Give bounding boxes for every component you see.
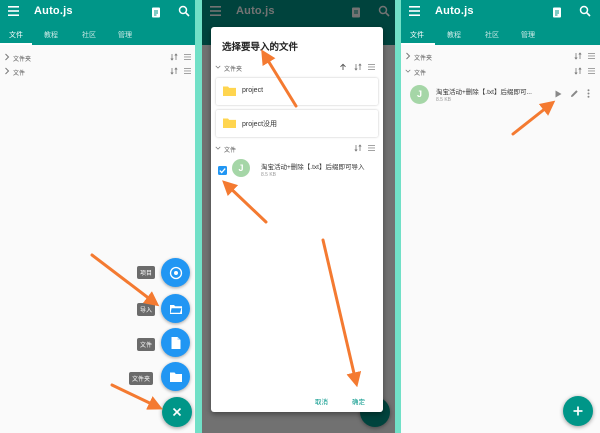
dialog-files-header[interactable]: 文件 [211, 142, 383, 155]
chevron-right-icon [5, 53, 10, 61]
add-fab-button[interactable] [563, 396, 593, 426]
file-name: 淘宝活动+删除【.txt】后缀即可... [436, 89, 532, 96]
folders-section-header[interactable]: 文件夹 [401, 50, 600, 63]
file-checkbox[interactable] [218, 166, 227, 175]
tab-manage[interactable]: 管理 [118, 30, 132, 40]
list-view-icon[interactable] [368, 145, 375, 151]
section-label: 文件夹 [414, 56, 433, 62]
clipboard-icon[interactable] [150, 6, 162, 18]
folder-name: project [242, 87, 264, 94]
divider [195, 0, 202, 433]
new-file-button[interactable] [161, 328, 190, 357]
chevron-right-icon [5, 67, 10, 75]
folder-open-icon [169, 304, 182, 314]
dialog-folders-header[interactable]: 文件夹 [211, 61, 383, 74]
search-icon[interactable] [178, 5, 190, 17]
app-bar: Auto.js [0, 0, 195, 24]
tab-bar: 文件 教程 社区 管理 [401, 24, 600, 45]
list-view-icon[interactable] [184, 54, 191, 60]
list-view-icon[interactable] [368, 64, 375, 70]
files-section-header[interactable]: 文件 [0, 65, 195, 78]
folder-item-project-unused[interactable]: project没用 [216, 110, 378, 137]
fab-label-folder: 文件夹 [129, 372, 154, 385]
tab-manage[interactable]: 管理 [521, 30, 535, 40]
list-view-icon[interactable] [588, 53, 595, 59]
confirm-button[interactable]: 确定 [352, 396, 365, 406]
list-view-icon[interactable] [184, 68, 191, 74]
sort-icon[interactable] [574, 52, 582, 60]
menu-icon[interactable] [8, 6, 19, 16]
sort-icon[interactable] [574, 67, 582, 75]
new-folder-button[interactable] [161, 362, 190, 391]
tab-indicator [0, 43, 32, 45]
tab-community[interactable]: 社区 [82, 30, 96, 40]
import-button[interactable] [161, 294, 190, 323]
app-title: Auto.js [435, 5, 474, 17]
file-size: 8.5 KB [261, 172, 277, 178]
file-name: 淘宝活动+删除【.txt】后缀即可导入 [261, 164, 365, 171]
tab-tutorials[interactable]: 教程 [447, 30, 461, 40]
chevron-down-icon [405, 69, 411, 73]
files-section-header[interactable]: 文件 [401, 65, 600, 78]
app-bar: Auto.js [401, 0, 600, 24]
file-avatar: J [410, 85, 429, 104]
tab-files[interactable]: 文件 [9, 30, 23, 40]
screen-fab-menu: Auto.js 文件 教程 社区 管理 文件夹 文件 项目 导入 文件 文件夹 [0, 0, 195, 433]
folder-icon [169, 372, 182, 382]
tab-community[interactable]: 社区 [485, 30, 499, 40]
app-title: Auto.js [34, 5, 73, 17]
tab-files[interactable]: 文件 [410, 30, 424, 40]
file-avatar: J [232, 159, 250, 177]
file-size: 8.5 KB [436, 97, 452, 103]
up-arrow-icon[interactable] [339, 63, 347, 71]
list-view-icon[interactable] [588, 68, 595, 74]
screen-imported: Auto.js 文件 教程 社区 管理 文件夹 文件 J 淘宝活动+删除【.tx… [401, 0, 600, 433]
folder-item-project[interactable]: project [216, 78, 378, 105]
sort-icon[interactable] [170, 67, 178, 75]
tab-tutorials[interactable]: 教程 [44, 30, 58, 40]
fab-label-import: 导入 [137, 303, 156, 316]
dialog-title: 选择要导入的文件 [222, 42, 299, 53]
tab-indicator [401, 43, 435, 45]
section-label: 文件夹 [13, 57, 32, 63]
chevron-down-icon [215, 146, 221, 150]
section-label: 文件 [224, 148, 237, 154]
fab-label-project: 项目 [137, 266, 156, 279]
fab-label-file: 文件 [137, 338, 156, 351]
screen-import-dialog: Auto.js 选择要导入的文件 文件夹 project project没用 文… [202, 0, 395, 433]
folder-icon [223, 86, 236, 96]
plus-icon [573, 406, 583, 416]
play-icon[interactable] [555, 90, 562, 98]
search-icon[interactable] [579, 5, 591, 17]
close-icon [172, 407, 182, 417]
edit-icon[interactable] [570, 89, 579, 98]
menu-icon[interactable] [409, 6, 420, 16]
sort-icon[interactable] [354, 144, 362, 152]
cancel-button[interactable]: 取消 [315, 396, 328, 406]
chevron-down-icon [215, 65, 221, 69]
check-icon [219, 168, 226, 174]
folder-icon [223, 118, 236, 128]
clipboard-icon[interactable] [551, 6, 563, 18]
more-vert-icon[interactable] [587, 89, 590, 98]
tab-bar: 文件 教程 社区 管理 [0, 24, 195, 45]
section-label: 文件夹 [224, 67, 243, 73]
sort-icon[interactable] [170, 53, 178, 61]
new-project-button[interactable] [161, 258, 190, 287]
file-icon [171, 336, 180, 349]
folder-name: project没用 [242, 121, 278, 128]
section-label: 文件 [414, 71, 427, 77]
import-dialog: 选择要导入的文件 文件夹 project project没用 文件 J 淘宝活动… [211, 27, 383, 412]
close-fab-button[interactable] [162, 397, 192, 427]
section-label: 文件 [13, 71, 26, 77]
sort-icon[interactable] [354, 63, 362, 71]
chevron-right-icon [406, 52, 411, 60]
folders-section-header[interactable]: 文件夹 [0, 51, 195, 64]
file-list-item[interactable]: J 淘宝活动+删除【.txt】后缀即可... 8.5 KB [401, 82, 600, 110]
project-icon [169, 266, 182, 279]
